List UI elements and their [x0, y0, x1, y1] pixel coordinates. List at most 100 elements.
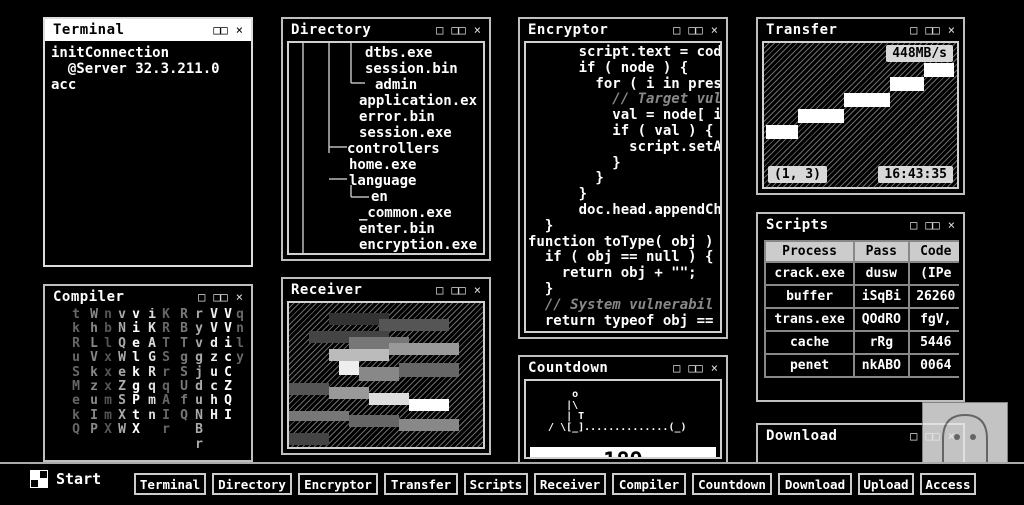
minimize-icon[interactable]: □	[910, 23, 917, 37]
taskbar-receiver[interactable]: Receiver	[534, 473, 606, 495]
code-line: }	[528, 154, 621, 171]
close-icon[interactable]: ×	[711, 23, 718, 37]
table-header: Process	[764, 240, 856, 263]
code-line: }	[528, 186, 588, 203]
close-icon[interactable]: ×	[236, 290, 243, 304]
ascii-art-line: o	[536, 389, 579, 400]
minimize-icon[interactable]: □	[910, 218, 917, 232]
directory-item[interactable]: en	[289, 189, 483, 205]
close-icon[interactable]: ×	[236, 23, 243, 37]
directory-item[interactable]: session.exe	[289, 125, 483, 141]
process-pass: QOdRO	[853, 307, 910, 332]
countdown-view: o |\ | T / \[_]..............(_) 189	[524, 379, 722, 459]
start-button[interactable]: Start	[30, 470, 101, 488]
close-icon[interactable]: ×	[474, 23, 481, 37]
scripts-table-wrap: Process Pass Code crack.exe dusw (IPe bu…	[764, 240, 959, 396]
receiver-titlebar[interactable]: Receiver □ □□ ×	[283, 279, 489, 301]
directory-item[interactable]: _common.exe	[289, 205, 483, 221]
encryptor-window[interactable]: Encryptor □ □□ × script.text = code if (…	[518, 17, 728, 339]
maximize-icon[interactable]: □□	[213, 290, 227, 304]
directory-window[interactable]: Directory □ □□ × dtbs.exe session.bin ad…	[281, 17, 491, 261]
taskbar-countdown[interactable]: Countdown	[692, 473, 772, 495]
table-row[interactable]: trans.exe QOdRO fgV,	[764, 307, 959, 332]
maximize-icon[interactable]: □□	[688, 361, 702, 375]
code-line: return obj + "";	[528, 265, 697, 282]
process-pass: rRg	[853, 330, 910, 355]
table-row[interactable]: buffer iSqBi 26260	[764, 284, 959, 309]
minimize-icon[interactable]: □	[673, 361, 680, 375]
code-line: }	[528, 217, 554, 234]
close-icon[interactable]: ×	[948, 218, 955, 232]
process-code: 5446	[907, 330, 959, 355]
code-view: script.text = code if ( node ) { for ( i…	[524, 41, 722, 333]
taskbar-encryptor[interactable]: Encryptor	[298, 473, 378, 495]
maximize-icon[interactable]: □□	[451, 23, 465, 37]
countdown-value: 189	[530, 447, 716, 457]
window-title: Directory	[291, 22, 372, 38]
maximize-icon[interactable]: □□	[213, 23, 227, 37]
minimize-icon[interactable]: □	[198, 290, 205, 304]
matrix-column: RBTgSUfQ	[180, 308, 188, 423]
process-name: crack.exe	[764, 261, 856, 286]
maximize-icon[interactable]: □□	[925, 23, 939, 37]
scripts-titlebar[interactable]: Scripts □ □□ ×	[758, 214, 963, 236]
compiler-titlebar[interactable]: Compiler □ □□ ×	[45, 286, 251, 308]
scripts-window[interactable]: Scripts □ □□ × Process Pass Code crack.e…	[756, 212, 965, 402]
countdown-window[interactable]: Countdown □ □□ × o |\ | T / \[_]........…	[518, 355, 728, 465]
code-line: return typeof obj ==	[528, 312, 714, 329]
encryptor-titlebar[interactable]: Encryptor □ □□ ×	[520, 19, 726, 41]
directory-item[interactable]: application.ex	[289, 93, 483, 109]
taskbar-scripts[interactable]: Scripts	[464, 473, 528, 495]
directory-titlebar[interactable]: Directory □ □□ ×	[283, 19, 489, 41]
maximize-icon[interactable]: □□	[451, 283, 465, 297]
directory-item[interactable]: controllers	[289, 141, 483, 157]
taskbar-terminal[interactable]: Terminal	[134, 473, 206, 495]
minimize-icon[interactable]: □	[436, 283, 443, 297]
maximize-icon[interactable]: □□	[925, 218, 939, 232]
taskbar-compiler[interactable]: Compiler	[612, 473, 686, 495]
close-icon[interactable]: ×	[948, 23, 955, 37]
directory-tree: dtbs.exe session.bin admin application.e…	[287, 41, 485, 255]
matrix-column: KRTSrqAIr	[162, 308, 170, 438]
minimize-icon[interactable]: □	[910, 429, 917, 443]
directory-item[interactable]: admin	[289, 77, 483, 93]
table-row[interactable]: penet nkABO 0064	[764, 353, 959, 378]
terminal-titlebar[interactable]: Terminal □□ ×	[45, 19, 251, 41]
taskbar-directory[interactable]: Directory	[212, 473, 292, 495]
directory-item[interactable]: dtbs.exe	[289, 45, 483, 61]
taskbar-transfer[interactable]: Transfer	[384, 473, 458, 495]
taskbar-access[interactable]: Access	[920, 473, 976, 495]
window-title: Transfer	[766, 22, 838, 38]
transfer-graph: 448MB/s (1, 3) 16:43:35	[762, 41, 959, 189]
code-line: for ( i in prese	[528, 75, 722, 92]
transfer-titlebar[interactable]: Transfer □ □□ ×	[758, 19, 963, 41]
receiver-window[interactable]: Receiver □ □□ ×	[281, 277, 491, 455]
ascii-art-line: / \[_]..............(_)	[536, 422, 687, 433]
maximize-icon[interactable]: □□	[688, 23, 702, 37]
directory-item[interactable]: encryption.exe	[289, 237, 483, 253]
directory-item[interactable]: error.bin	[289, 109, 483, 125]
table-row[interactable]: cache rRg 5446	[764, 330, 959, 355]
directory-item[interactable]: language	[289, 173, 483, 189]
close-icon[interactable]: ×	[711, 361, 718, 375]
window-title: Scripts	[766, 217, 829, 233]
terminal-line: initConnection	[51, 45, 170, 61]
directory-item[interactable]: enter.bin	[289, 221, 483, 237]
minimize-icon[interactable]: □	[673, 23, 680, 37]
window-title: Compiler	[53, 289, 125, 305]
directory-item[interactable]: home.exe	[289, 157, 483, 173]
close-icon[interactable]: ×	[474, 283, 481, 297]
terminal-window[interactable]: Terminal □□ × initConnection @Server 32.…	[43, 17, 253, 267]
process-name: penet	[764, 353, 856, 378]
scripts-table: Process Pass Code crack.exe dusw (IPe bu…	[764, 240, 959, 378]
table-row[interactable]: crack.exe dusw (IPe	[764, 261, 959, 286]
countdown-titlebar[interactable]: Countdown □ □□ ×	[520, 357, 726, 379]
transfer-speed: 448MB/s	[886, 45, 953, 62]
taskbar-download[interactable]: Download	[778, 473, 852, 495]
matrix-column: vNQWeZSXW	[118, 308, 126, 438]
minimize-icon[interactable]: □	[436, 23, 443, 37]
directory-item[interactable]: session.bin	[289, 61, 483, 77]
transfer-window[interactable]: Transfer □ □□ × 448MB/s (1, 3) 16:43:35	[756, 17, 965, 195]
taskbar-upload[interactable]: Upload	[858, 473, 914, 495]
compiler-window[interactable]: Compiler □ □□ × tkRuSMekQ WhLVkzuIP nblx…	[43, 284, 253, 462]
